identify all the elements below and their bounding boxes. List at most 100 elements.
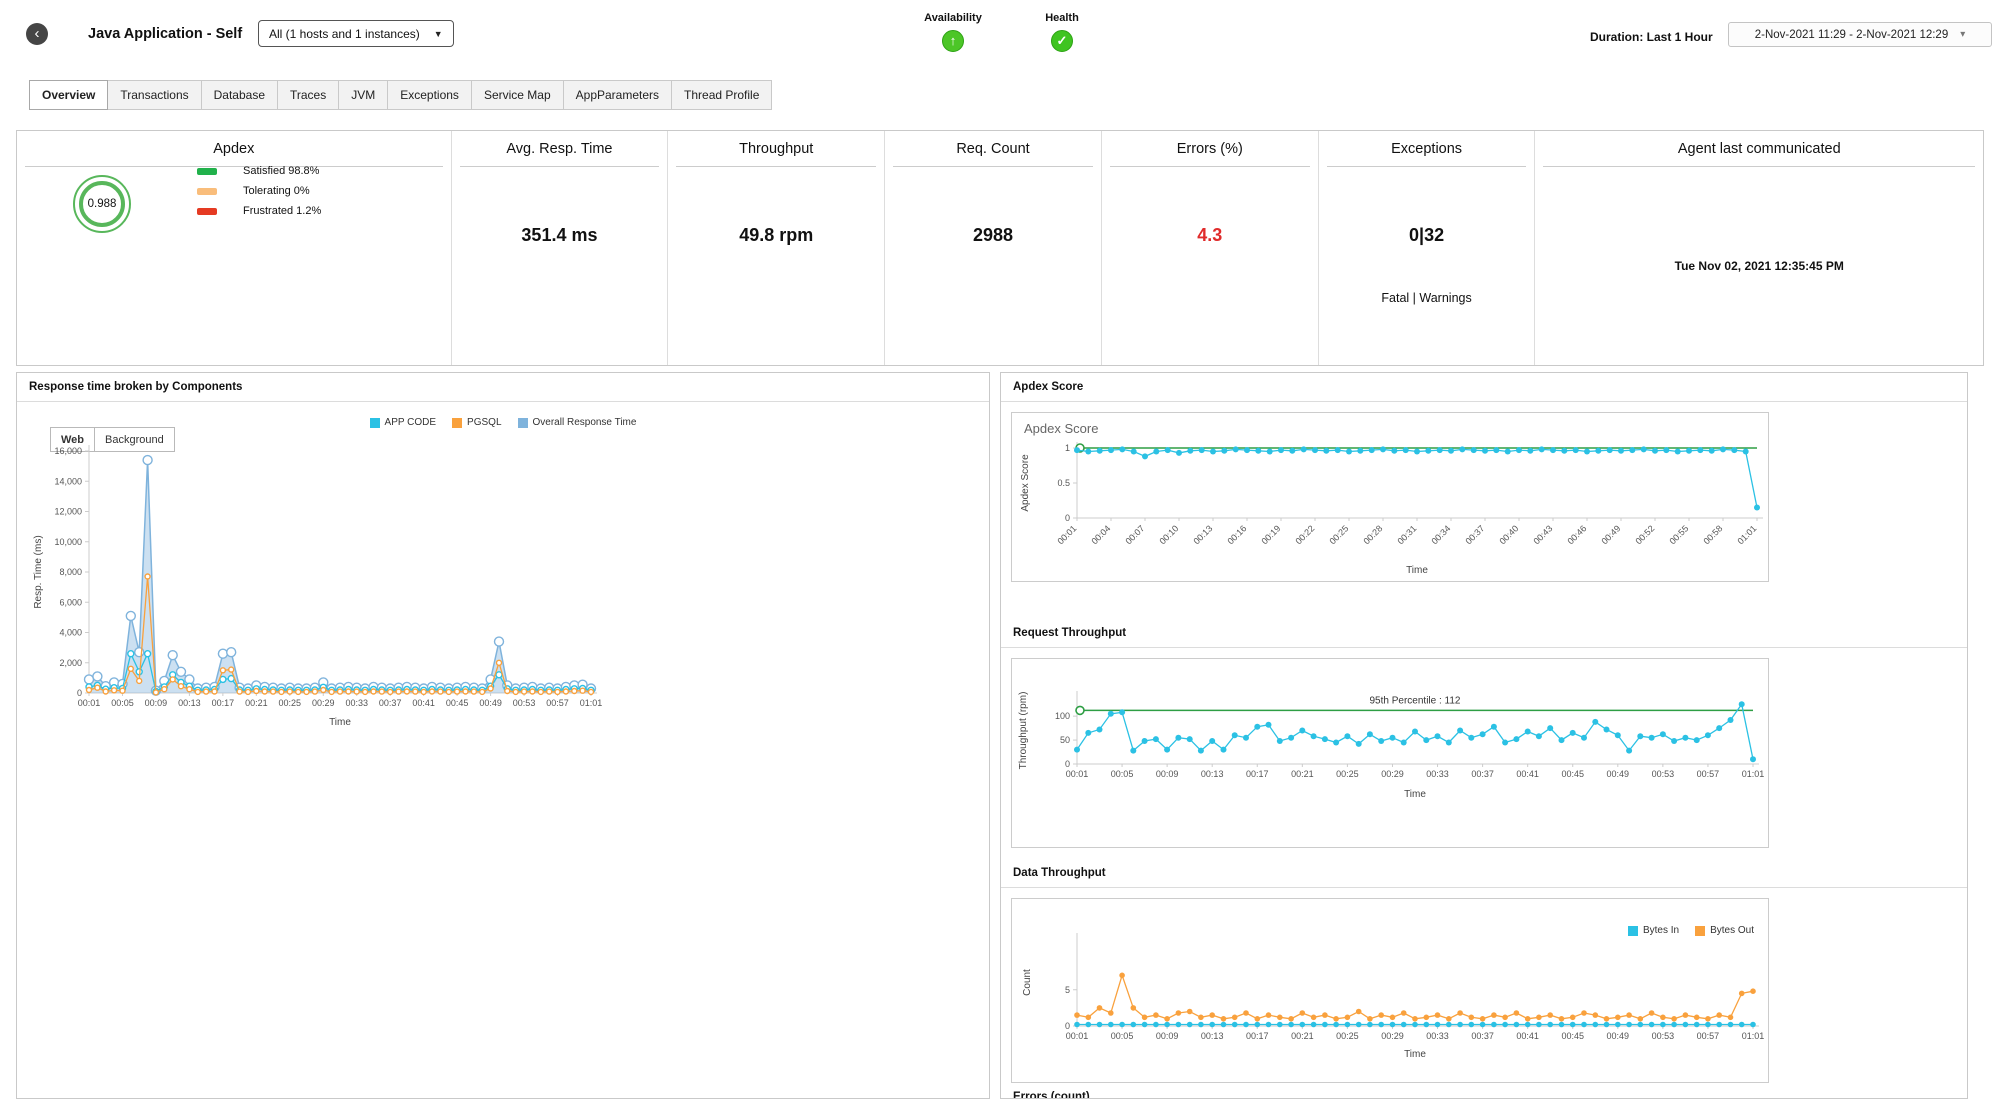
svg-text:00:37: 00:37	[1471, 769, 1494, 779]
tab-overview[interactable]: Overview	[29, 80, 108, 110]
svg-text:00:09: 00:09	[145, 698, 168, 708]
legend-app-code[interactable]: APP CODE	[370, 417, 437, 428]
apdex-legend-chip	[197, 188, 217, 195]
svg-text:00:53: 00:53	[1652, 769, 1675, 779]
svg-text:00:37: 00:37	[1471, 1031, 1494, 1041]
svg-text:01:01: 01:01	[1742, 769, 1765, 779]
svg-text:16,000: 16,000	[54, 446, 82, 456]
legend-label: PGSQL	[467, 417, 501, 428]
svg-text:00:17: 00:17	[1246, 769, 1269, 779]
data-throughput-legend: Bytes In Bytes Out	[1628, 925, 1754, 936]
svg-text:00:13: 00:13	[1201, 769, 1224, 779]
apdex-score-panel: Apdex Score Apdex Score 00.5100:0100:040…	[1001, 373, 1967, 619]
legend-color-chip	[1695, 926, 1705, 936]
svg-text:01:01: 01:01	[1742, 1031, 1765, 1041]
date-range-value: 2-Nov-2021 11:29 - 2-Nov-2021 12:29	[1755, 29, 1949, 41]
health-label: Health	[1030, 12, 1094, 24]
svg-text:00:07: 00:07	[1123, 523, 1146, 546]
legend-color-chip	[370, 418, 380, 428]
tab-service-map[interactable]: Service Map	[471, 80, 564, 110]
svg-text:00:41: 00:41	[1516, 1031, 1539, 1041]
svg-text:00:58: 00:58	[1701, 523, 1724, 546]
back-button[interactable]: ‹	[26, 23, 48, 45]
availability-label: Availability	[915, 12, 991, 24]
host-instance-selector-value: All (1 hosts and 1 instances)	[269, 27, 420, 41]
host-instance-selector[interactable]: All (1 hosts and 1 instances) ▼	[258, 20, 454, 47]
svg-text:00:37: 00:37	[1463, 523, 1486, 546]
health-ok-icon: ✓	[1051, 30, 1073, 52]
legend-bytes-in[interactable]: Bytes In	[1628, 925, 1679, 936]
svg-text:00:04: 00:04	[1089, 523, 1112, 546]
svg-text:Time: Time	[1406, 565, 1428, 576]
svg-text:100: 100	[1055, 711, 1070, 721]
svg-text:5: 5	[1065, 985, 1070, 995]
svg-text:00:01: 00:01	[78, 698, 101, 708]
svg-text:00:09: 00:09	[1156, 769, 1179, 779]
tab-exceptions[interactable]: Exceptions	[387, 80, 472, 110]
errors-count-panel-title: Errors (count)	[1001, 1083, 1967, 1099]
apdex-gauge: 0.988	[73, 175, 131, 233]
svg-text:12,000: 12,000	[54, 507, 82, 517]
availability-status: Availability ↑	[915, 12, 991, 52]
legend-pgsql[interactable]: PGSQL	[452, 417, 501, 428]
svg-text:00:05: 00:05	[111, 698, 134, 708]
svg-text:00:45: 00:45	[446, 698, 469, 708]
availability-up-icon: ↑	[942, 30, 964, 52]
apdex-score-chart-title: Apdex Score	[1024, 421, 1098, 436]
svg-text:8,000: 8,000	[59, 567, 82, 577]
tab-appparameters[interactable]: AppParameters	[563, 80, 672, 110]
data-throughput-chart-box: Bytes InBytes Out 0500:0100:0500:0900:13…	[1011, 898, 1769, 1083]
svg-text:00:31: 00:31	[1395, 523, 1418, 546]
response-components-panel-title: Response time broken by Components	[17, 373, 989, 402]
svg-text:01:01: 01:01	[580, 698, 603, 708]
svg-text:Resp. Time (ms): Resp. Time (ms)	[33, 535, 44, 608]
svg-text:00:05: 00:05	[1111, 769, 1134, 779]
apdex-legend-row: Frustrated 1.2%	[197, 205, 321, 217]
date-range-picker[interactable]: 2-Nov-2021 11:29 - 2-Nov-2021 12:29 ▾	[1728, 22, 1992, 47]
tab-thread-profile[interactable]: Thread Profile	[671, 80, 772, 110]
errors-title: Errors (%)	[1110, 141, 1310, 167]
exceptions-value: 0|32	[1319, 225, 1535, 246]
req-count-value: 2988	[885, 225, 1101, 246]
svg-text:00:29: 00:29	[1381, 769, 1404, 779]
svg-text:00:29: 00:29	[312, 698, 335, 708]
duration-label: Duration: Last 1 Hour	[1590, 30, 1713, 44]
legend-label: Overall Response Time	[533, 417, 637, 428]
dashboard-page: ‹ Java Application - Self All (1 hosts a…	[0, 0, 2000, 1099]
svg-text:00:33: 00:33	[1426, 769, 1449, 779]
apdex-legend-row: Tolerating 0%	[197, 185, 321, 197]
svg-text:00:45: 00:45	[1561, 769, 1584, 779]
tab-transactions[interactable]: Transactions	[107, 80, 201, 110]
svg-text:00:10: 00:10	[1157, 523, 1180, 546]
tab-traces[interactable]: Traces	[277, 80, 339, 110]
svg-text:00:34: 00:34	[1429, 523, 1452, 546]
legend-label: Bytes Out	[1710, 925, 1754, 936]
response-time-chart: 02,0004,0006,0008,00010,00012,00014,0001…	[27, 443, 677, 743]
svg-text:00:22: 00:22	[1293, 523, 1316, 546]
data-throughput-panel-title: Data Throughput	[1001, 859, 1967, 888]
svg-text:00:57: 00:57	[1697, 1031, 1720, 1041]
legend-color-chip	[452, 418, 462, 428]
svg-text:2,000: 2,000	[59, 658, 82, 668]
legend-color-chip	[518, 418, 528, 428]
tab-database[interactable]: Database	[201, 80, 278, 110]
request-throughput-panel-title: Request Throughput	[1001, 619, 1967, 648]
svg-text:00:05: 00:05	[1111, 1031, 1134, 1041]
svg-text:00:57: 00:57	[1697, 769, 1720, 779]
tab-jvm[interactable]: JVM	[338, 80, 388, 110]
page-title: Java Application - Self	[88, 26, 242, 42]
health-status: Health ✓	[1030, 12, 1094, 52]
legend-bytes-out[interactable]: Bytes Out	[1695, 925, 1754, 936]
svg-text:00:53: 00:53	[513, 698, 536, 708]
svg-text:01:01: 01:01	[1735, 523, 1758, 546]
svg-text:00:01: 00:01	[1066, 769, 1089, 779]
svg-text:00:33: 00:33	[1426, 1031, 1449, 1041]
svg-text:00:37: 00:37	[379, 698, 402, 708]
legend-overall-response-time[interactable]: Overall Response Time	[518, 417, 637, 428]
svg-text:00:13: 00:13	[1201, 1031, 1224, 1041]
svg-text:14,000: 14,000	[54, 476, 82, 486]
svg-text:00:41: 00:41	[1516, 769, 1539, 779]
svg-text:00:33: 00:33	[345, 698, 368, 708]
svg-text:Throughput (rpm): Throughput (rpm)	[1018, 692, 1029, 770]
svg-text:00:29: 00:29	[1381, 1031, 1404, 1041]
